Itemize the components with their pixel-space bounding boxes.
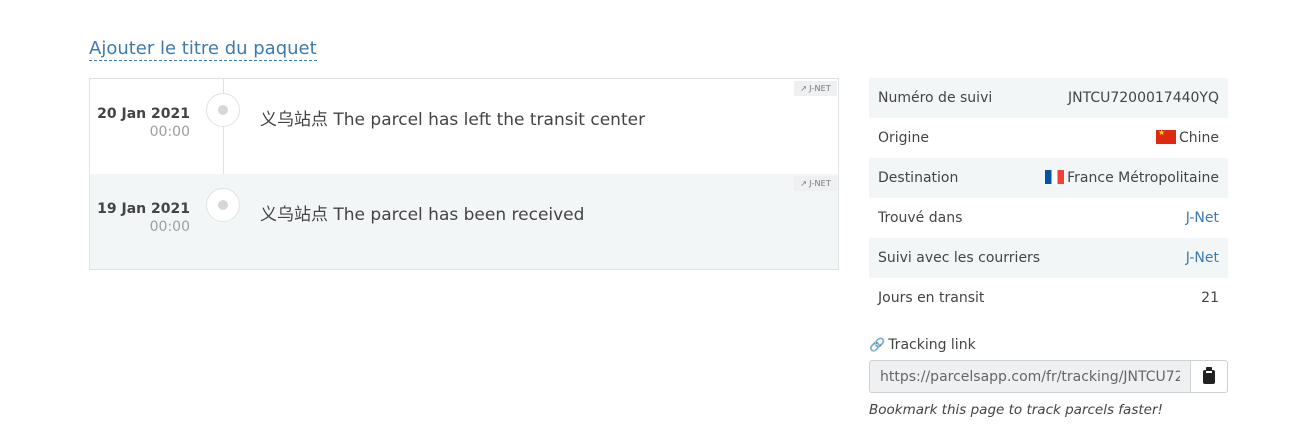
days-in-transit-value: 21 [1201,290,1219,306]
timeline-dot [206,93,240,127]
parcel-info-table: Numéro de suivi JNTCU7200017440YQ Origin… [869,78,1228,318]
bookmark-note: Bookmark this page to track parcels fast… [869,402,1163,418]
external-icon: ↗ [800,84,808,93]
tracked-with-link[interactable]: J-Net [1186,250,1219,266]
carrier-tag-label: J-NET [809,179,831,188]
tracking-link-label: Tracking link [888,337,976,353]
china-flag-icon [1155,128,1176,144]
event-date: 20 Jan 2021 [97,106,190,122]
tracking-timeline: 20 Jan 2021 00:00 义乌站点 The parcel has le… [89,78,839,270]
copy-link-button[interactable] [1190,360,1228,393]
event-date-block: 19 Jan 2021 00:00 [97,201,190,235]
info-row-tracking-number: Numéro de suivi JNTCU7200017440YQ [869,78,1228,118]
event-date-block: 20 Jan 2021 00:00 [97,106,190,140]
info-row-destination: Destination France Métropolitaine [869,158,1228,198]
carrier-tag[interactable]: ↗ J-NET [794,81,837,96]
clipboard-icon [1203,366,1215,384]
add-package-title-link[interactable]: Ajouter le titre du paquet [89,38,317,61]
tracking-number-value: JNTCU7200017440YQ [1068,90,1219,106]
timeline-dot [206,188,240,222]
info-row-tracked-with: Suivi avec les courriers J-Net [869,238,1228,278]
carrier-tag[interactable]: ↗ J-NET [794,176,837,191]
tracking-link-box [869,360,1228,393]
france-flag-icon [1045,170,1065,184]
event-date: 19 Jan 2021 [97,201,190,217]
timeline-event: 20 Jan 2021 00:00 义乌站点 The parcel has le… [90,79,838,174]
timeline-event: 19 Jan 2021 00:00 义乌站点 The parcel has be… [90,174,838,269]
origin-value: Chine [1178,130,1219,146]
carrier-tag-label: J-NET [809,84,831,93]
info-row-found-in: Trouvé dans J-Net [869,198,1228,238]
tracking-link-label-wrap: 🔗 Tracking link [869,337,976,353]
destination-value-wrap: France Métropolitaine [1045,170,1219,186]
found-in-link[interactable]: J-Net [1186,210,1219,226]
event-time: 00:00 [149,219,190,235]
info-label: Suivi avec les courriers [878,250,1041,266]
info-label: Trouvé dans [878,210,963,226]
info-row-days-in-transit: Jours en transit 21 [869,278,1228,318]
chain-link-icon: 🔗 [869,338,886,353]
destination-value: France Métropolitaine [1067,170,1219,186]
info-label: Origine [878,130,929,146]
info-label: Numéro de suivi [878,90,993,106]
event-message: 义乌站点 The parcel has left the transit cen… [260,110,646,130]
info-label: Destination [878,170,959,186]
origin-value-wrap: Chine [1155,128,1219,146]
info-label: Jours en transit [878,290,985,306]
external-icon: ↗ [800,179,808,188]
tracking-link-input[interactable] [869,360,1190,393]
info-row-origin: Origine Chine [869,118,1228,158]
event-message: 义乌站点 The parcel has been received [260,205,585,225]
event-time: 00:00 [149,124,190,140]
